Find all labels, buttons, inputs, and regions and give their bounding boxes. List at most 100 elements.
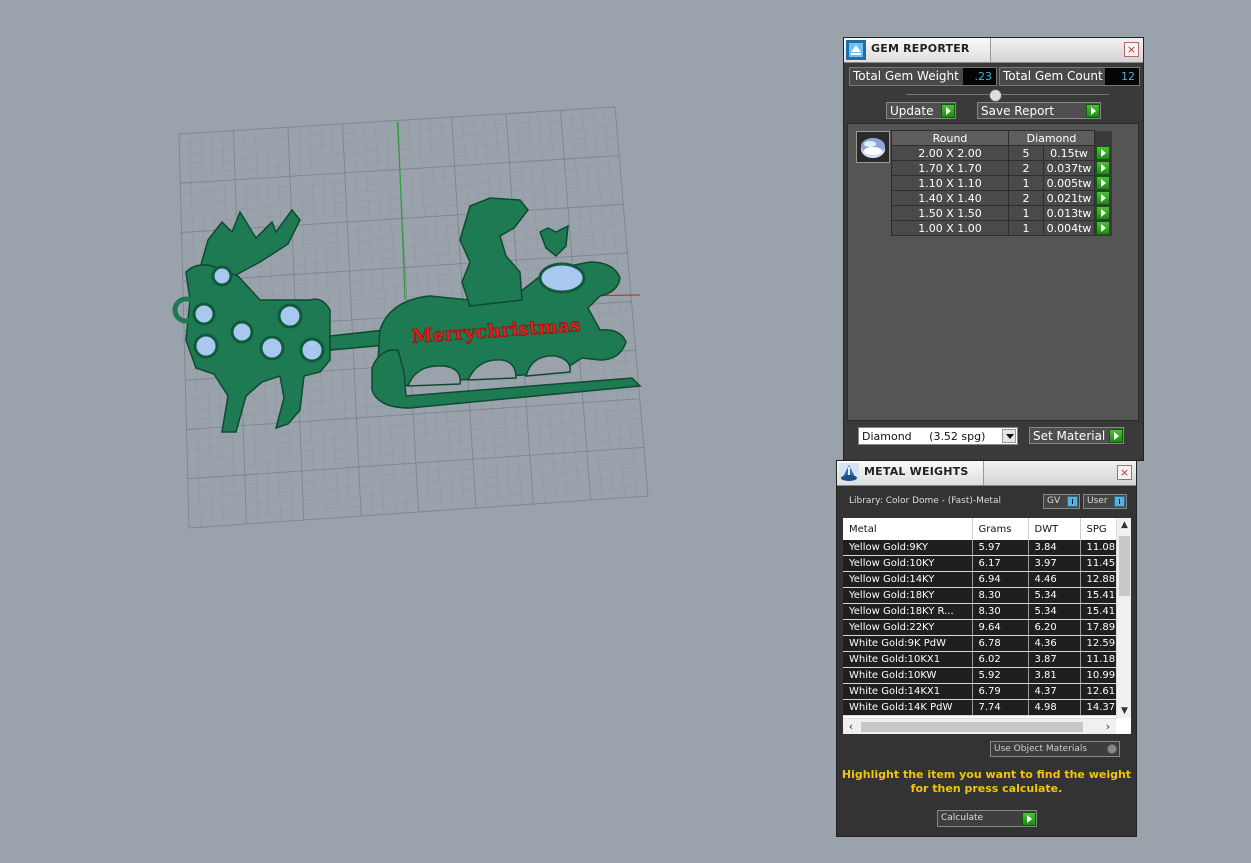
metal-table-row[interactable]: White Gold:10KX1 6.02 3.87 11.18 (843, 651, 1131, 668)
instruction-line-1: Highlight the item you want to find the … (841, 768, 1132, 781)
gem-row-action[interactable] (1094, 145, 1112, 161)
use-object-materials-label: Use Object Materials (994, 744, 1088, 754)
metal-weights-titlebar[interactable]: METAL WEIGHTS × (837, 461, 1136, 486)
total-gem-count-field: Total Gem Count 12 (999, 67, 1140, 86)
scroll-right-icon[interactable]: › (1100, 719, 1116, 734)
gv-toggle[interactable]: GV (1043, 494, 1080, 509)
gem-count-cell: 5 (1008, 145, 1044, 161)
play-arrow-icon (1096, 221, 1111, 235)
scroll-left-icon[interactable]: ‹ (843, 719, 859, 734)
play-arrow-icon (1096, 206, 1110, 220)
gem-size-cell: 2.00 X 2.00 (891, 145, 1009, 161)
vertical-scrollbar[interactable]: ▲ ▼ (1116, 518, 1131, 718)
metal-table-row[interactable]: Yellow Gold:18KY 8.30 5.34 15.41 (843, 587, 1131, 604)
vertical-scroll-thumb[interactable] (1119, 536, 1130, 596)
gem-row-action[interactable] (1094, 190, 1112, 206)
gem-table-row[interactable]: 1.00 X 1.00 1 0.004tw (891, 220, 1112, 236)
metal-name-cell: Yellow Gold:9KY (843, 540, 973, 556)
update-button[interactable]: Update (886, 102, 956, 119)
metal-table-row[interactable]: Yellow Gold:14KY 6.94 4.46 12.88 (843, 571, 1131, 588)
metal-weights-close-button[interactable]: × (1117, 465, 1132, 480)
set-material-button[interactable]: Set Material (1029, 427, 1124, 444)
save-report-button-label: Save Report (981, 104, 1055, 118)
metal-table-row[interactable]: Yellow Gold:10KY 6.17 3.97 11.45 (843, 555, 1131, 572)
gem-weight-cell: 0.037tw (1043, 160, 1095, 176)
metal-name-cell: White Gold:10KW (843, 667, 973, 684)
metal-list[interactable]: Metal Grams DWT SPG Yellow Gold:9KY 5.97 3… (843, 518, 1131, 734)
3d-viewport[interactable]: Merrychristmas (0, 0, 830, 863)
metal-table-row[interactable]: Yellow Gold:9KY 5.97 3.84 11.08 (843, 540, 1131, 556)
user-toggle[interactable]: User (1083, 494, 1127, 509)
grams-column-header[interactable]: Grams (972, 518, 1029, 540)
metal-weights-tab[interactable]: METAL WEIGHTS (837, 461, 984, 485)
instruction-text: Highlight the item you want to find the … (837, 768, 1136, 796)
gem-row-action[interactable] (1094, 175, 1112, 191)
metal-name-cell: Yellow Gold:10KY (843, 555, 973, 572)
dwt-cell: 5.34 (1028, 587, 1081, 604)
viewport-canvas[interactable]: Merrychristmas (0, 0, 830, 863)
metal-table-row[interactable]: Yellow Gold:22KY 9.64 6.20 17.89 (843, 619, 1131, 636)
dwt-cell: 4.46 (1028, 571, 1081, 588)
calculate-button[interactable]: Calculate (937, 810, 1037, 827)
gem-table-row[interactable]: 1.50 X 1.50 1 0.013tw (891, 205, 1112, 221)
dwt-cell: 3.97 (1028, 555, 1081, 572)
grams-cell: 6.02 (972, 651, 1029, 668)
metal-table-row[interactable]: White Gold:9K PdW 6.78 4.36 12.59 (843, 635, 1131, 652)
metal-weights-panel: METAL WEIGHTS × Library: Color Dome - (F… (836, 460, 1137, 837)
metal-table-row[interactable]: White Gold:14K PdW 7.74 4.98 14.37 (843, 699, 1131, 716)
gem-table-row[interactable]: 1.70 X 1.70 2 0.037tw (891, 160, 1112, 176)
instruction-line-2: for then press calculate. (910, 782, 1063, 795)
gem-size-cell: 1.00 X 1.00 (891, 220, 1009, 236)
gem-table-row[interactable]: 1.40 X 1.40 2 0.021tw (891, 190, 1112, 206)
metal-column-header[interactable]: Metal (843, 518, 973, 540)
total-gem-weight-value: .23 (963, 68, 996, 85)
radio-icon[interactable] (1107, 744, 1117, 754)
round-diamond-icon[interactable] (856, 131, 890, 163)
gem-reporter-panel: GEM REPORTER × Total Gem Weight .23 Tota… (843, 37, 1144, 461)
save-report-button[interactable]: Save Report (977, 102, 1101, 119)
metal-weights-icon (839, 463, 859, 483)
gem-reporter-titlebar[interactable]: GEM REPORTER × (844, 38, 1143, 63)
gem-list-area: Round Diamond 2.00 X 2.00 5 0.15tw 1.70 X 1… (847, 123, 1139, 421)
use-object-materials-option[interactable]: Use Object Materials (990, 741, 1120, 757)
gem-count-cell: 2 (1008, 160, 1044, 176)
metal-weights-title: METAL WEIGHTS (864, 465, 969, 478)
play-arrow-icon (1096, 176, 1110, 190)
play-arrow-icon (1109, 429, 1123, 443)
set-material-button-label: Set Material (1033, 429, 1106, 443)
panel-divider (906, 94, 1109, 95)
dwt-cell: 4.98 (1028, 699, 1081, 716)
gem-row-action[interactable] (1094, 160, 1112, 176)
scroll-down-icon[interactable]: ▼ (1117, 704, 1131, 718)
gem-table-row[interactable]: 2.00 X 2.00 5 0.15tw (891, 145, 1112, 161)
grams-cell: 6.17 (972, 555, 1029, 572)
scroll-up-icon[interactable]: ▲ (1117, 518, 1131, 532)
gem-weight-cell: 0.15tw (1043, 145, 1095, 161)
gem-reporter-close-button[interactable]: × (1124, 42, 1139, 57)
gem-reporter-tab[interactable]: GEM REPORTER (844, 38, 991, 62)
gem-table-row[interactable]: 1.10 X 1.10 1 0.005tw (891, 175, 1112, 191)
grams-cell: 6.94 (972, 571, 1029, 588)
grams-cell: 5.92 (972, 667, 1029, 684)
horizontal-scrollbar[interactable]: ‹ › (843, 718, 1116, 734)
gem-size-cell: 1.70 X 1.70 (891, 160, 1009, 176)
chevron-down-icon[interactable] (1002, 429, 1016, 443)
dwt-column-header[interactable]: DWT (1028, 518, 1081, 540)
dwt-cell: 4.37 (1028, 683, 1081, 700)
gem-row-action[interactable] (1094, 220, 1112, 236)
gem-row-action[interactable] (1094, 205, 1112, 221)
gem-count-cell: 1 (1008, 205, 1044, 221)
y-axis-line (397, 121, 406, 301)
calculate-button-label: Calculate (941, 813, 984, 823)
gem-size-cell: 1.40 X 1.40 (891, 190, 1009, 206)
metal-table-row[interactable]: Yellow Gold:18KY R... 8.30 5.34 15.41 (843, 603, 1131, 620)
horizontal-scroll-thumb[interactable] (861, 722, 1083, 732)
metal-table-row[interactable]: White Gold:14KX1 6.79 4.37 12.61 (843, 683, 1131, 700)
gem-count-cell: 2 (1008, 190, 1044, 206)
material-select[interactable]: Diamond (3.52 spg) (858, 427, 1018, 445)
divider-handle[interactable] (989, 89, 1002, 102)
metal-name-cell: Yellow Gold:18KY R... (843, 603, 973, 620)
reindeer-antlers (199, 208, 301, 277)
metal-table-row[interactable]: White Gold:10KW 5.92 3.81 10.99 (843, 667, 1131, 684)
gem-reporter-icon (846, 40, 866, 60)
